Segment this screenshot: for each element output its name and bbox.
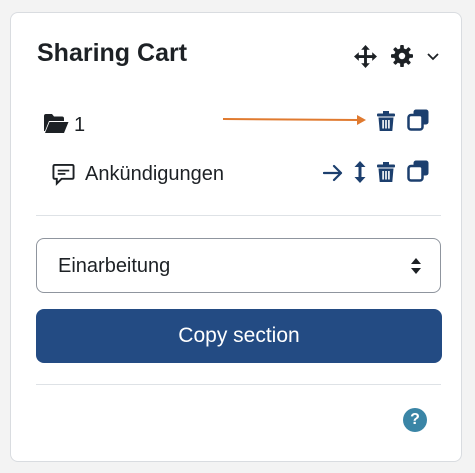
move-vertical-icon[interactable] (354, 161, 366, 183)
section-select[interactable]: Einarbeitung (36, 238, 441, 293)
help-icon[interactable]: ? (403, 408, 427, 432)
chevron-down-icon[interactable] (426, 51, 440, 63)
copy-icon[interactable] (407, 160, 429, 182)
trash-icon[interactable] (377, 111, 395, 131)
forum-icon (52, 163, 75, 186)
block-title: Sharing Cart (37, 39, 188, 67)
trash-icon[interactable] (377, 162, 395, 182)
annotation-arrow (223, 115, 366, 125)
section-select-value: Einarbeitung (58, 255, 171, 277)
move-icon[interactable] (354, 45, 377, 68)
copy-section-button[interactable]: Copy section (36, 309, 442, 363)
activity-label[interactable]: Ankündigungen (85, 163, 224, 186)
gear-icon[interactable] (391, 45, 413, 67)
sharing-cart-block: Sharing Cart 1 Ankündigungen Einarbeitun… (10, 12, 462, 462)
section-label[interactable]: 1 (74, 114, 85, 137)
divider (36, 384, 441, 385)
divider (36, 215, 441, 216)
copy-icon[interactable] (407, 109, 429, 131)
folder-open-icon (44, 114, 69, 133)
arrow-right-icon[interactable] (323, 164, 343, 182)
select-caret-icon (411, 258, 421, 274)
